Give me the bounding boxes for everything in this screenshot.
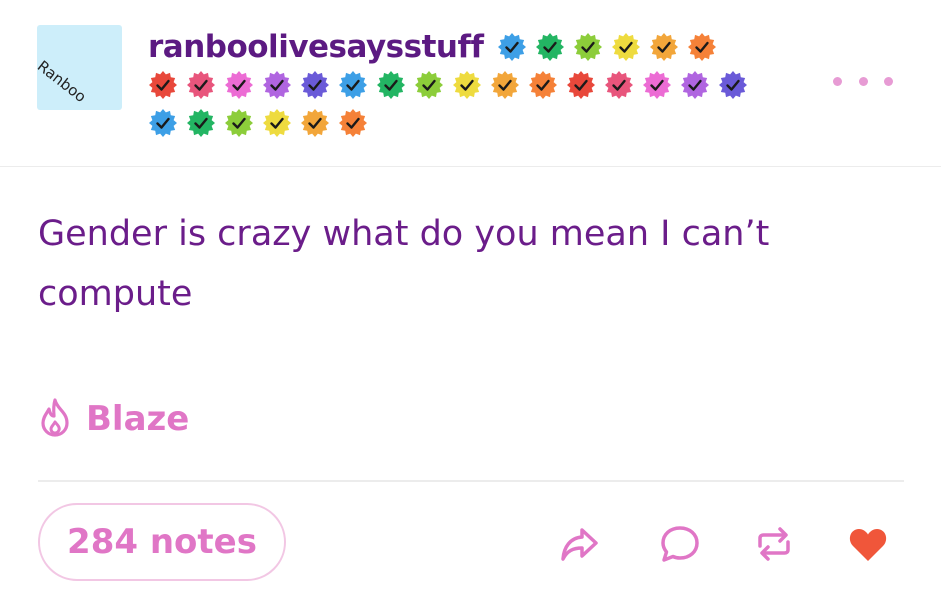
heart-icon <box>846 522 890 566</box>
avatar[interactable]: Ranboo <box>37 25 122 110</box>
verified-check-badge-icon <box>300 70 330 100</box>
verified-check-badge-icon <box>687 32 717 62</box>
verified-check-badge-icon <box>566 70 596 100</box>
reblog-icon <box>752 522 796 566</box>
verified-check-badge-icon <box>262 108 292 138</box>
more-options-button[interactable] <box>833 64 893 98</box>
reply-bubble-icon <box>658 522 702 566</box>
reblog-button[interactable] <box>752 522 796 566</box>
verified-check-badge-icon <box>414 70 444 100</box>
post-header: ranboolivesaysstuff <box>148 28 828 142</box>
verified-check-badge-icon <box>718 70 748 100</box>
notes-button[interactable]: 284 notes <box>38 503 286 581</box>
avatar-label: Ranboo <box>37 57 90 107</box>
notes-count-label: 284 notes <box>67 522 257 562</box>
share-button[interactable] <box>558 522 602 566</box>
verified-check-badge-icon <box>528 70 558 100</box>
ellipsis-icon <box>833 76 842 86</box>
verified-check-badge-icon <box>680 70 710 100</box>
verified-check-badge-icon <box>186 108 216 138</box>
share-arrow-icon <box>558 522 602 566</box>
verified-check-badge-icon <box>452 70 482 100</box>
verified-check-badge-icon <box>300 108 330 138</box>
badge-row-2 <box>148 66 828 104</box>
verified-check-badge-icon <box>148 70 178 100</box>
verified-check-badge-icon <box>224 108 254 138</box>
verified-check-badge-icon <box>224 70 254 100</box>
ellipsis-icon <box>858 76 868 86</box>
verified-check-badge-icon <box>338 108 368 138</box>
verified-check-badge-icon <box>148 108 178 138</box>
header-divider <box>0 166 941 167</box>
like-button[interactable] <box>846 522 890 566</box>
ellipsis-icon <box>884 76 893 86</box>
verified-check-badge-icon <box>611 32 641 62</box>
verified-check-badge-icon <box>338 70 368 100</box>
verified-check-badge-icon <box>642 70 672 100</box>
verified-check-badge-icon <box>262 70 292 100</box>
verified-check-badge-icon <box>535 32 565 62</box>
blaze-label: Blaze <box>86 399 190 439</box>
flame-icon <box>38 397 72 441</box>
badge-row-3 <box>148 104 828 142</box>
post-body-text: Gender is crazy what do you mean I can’t… <box>38 214 770 314</box>
verified-check-badge-icon <box>186 70 216 100</box>
reply-button[interactable] <box>658 522 702 566</box>
footer-divider <box>38 480 904 482</box>
verified-check-badge-icon <box>604 70 634 100</box>
verified-check-badge-icon <box>376 70 406 100</box>
username-link[interactable]: ranboolivesaysstuff <box>148 28 484 66</box>
blaze-button[interactable]: Blaze <box>38 395 189 443</box>
header-row-1: ranboolivesaysstuff <box>148 28 828 66</box>
verified-check-badge-icon <box>649 32 679 62</box>
verified-check-badge-icon <box>573 32 603 62</box>
verified-check-badge-icon <box>490 70 520 100</box>
verified-check-badge-icon <box>497 32 527 62</box>
